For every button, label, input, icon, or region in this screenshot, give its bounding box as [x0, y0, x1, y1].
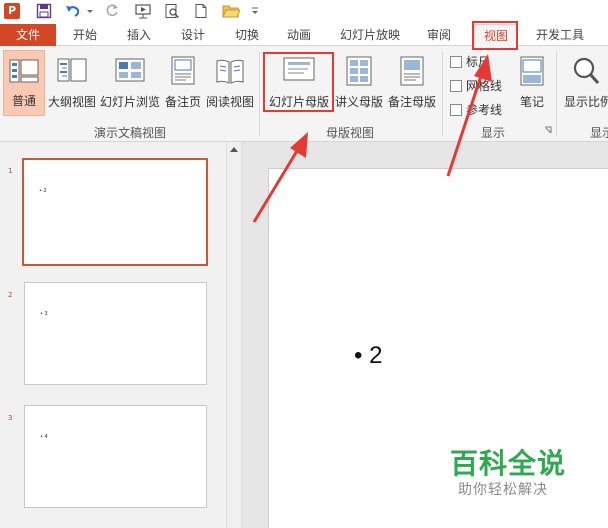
reading-view-icon [216, 59, 244, 84]
checkbox-box [450, 56, 462, 68]
tab-insert[interactable]: 插入 [116, 24, 162, 46]
thumbnail-scrollbar[interactable] [226, 142, 242, 528]
group-separator [442, 52, 443, 136]
tab-design[interactable]: 设计 [170, 24, 216, 46]
open-icon[interactable] [222, 3, 240, 19]
zoom-group-label: 显示 [590, 126, 608, 140]
quick-access-toolbar: P [0, 0, 608, 22]
thumbnail-text: • 3 [40, 311, 48, 317]
thumbnail-text: • 2 [39, 188, 47, 194]
handout-master-label: 讲义母版 [335, 95, 384, 109]
gridlines-label: 网格线 [466, 79, 503, 93]
new-icon[interactable] [194, 3, 208, 19]
view-tab-highlight [472, 21, 518, 50]
slide-thumbnail[interactable]: • 2 [22, 158, 208, 266]
guides-label: 参考线 [466, 103, 503, 117]
ruler-label: 标尺 [466, 55, 491, 69]
slide-master-highlight [263, 52, 334, 112]
powerpoint-icon: P [4, 3, 20, 19]
tab-home[interactable]: 开始 [62, 24, 108, 46]
notes-page-icon [171, 56, 195, 85]
notes-master-icon [400, 56, 424, 86]
slide-thumbnail[interactable]: • 3 [24, 282, 207, 385]
normal-view-label: 普通 [11, 94, 36, 108]
outline-view-button[interactable]: 大纲视图 [47, 50, 97, 116]
dialog-launcher-icon[interactable] [544, 126, 552, 134]
watermark-subtitle: 助你轻松解决 [458, 482, 548, 498]
tab-developer[interactable]: 开发工具 [526, 24, 594, 46]
notes-master-button[interactable]: 备注母版 [386, 50, 438, 116]
handout-master-button[interactable]: 讲义母版 [335, 50, 383, 116]
group-separator [259, 52, 260, 136]
notes-master-label: 备注母版 [387, 95, 436, 109]
notes-page-button[interactable]: 备注页 [163, 50, 203, 116]
scroll-up-arrow-icon[interactable] [228, 144, 240, 156]
notes-icon [520, 56, 544, 86]
save-icon[interactable] [36, 3, 52, 19]
zoom-button[interactable]: 显示比例 [560, 50, 608, 116]
show-group-label: 显示 [480, 126, 505, 140]
slide-number: 2 [8, 291, 13, 299]
outline-view-label: 大纲视图 [47, 95, 96, 109]
checkbox-box [450, 104, 462, 116]
reading-view-label: 阅读视图 [205, 95, 254, 109]
customize-arrow-icon[interactable] [250, 3, 260, 19]
slide-thumbnail[interactable]: • 4 [24, 405, 207, 508]
slide-sorter-button[interactable]: 幻灯片浏览 [99, 50, 161, 116]
slide-sorter-icon [115, 58, 145, 82]
undo-icon[interactable] [64, 3, 82, 19]
from-beginning-icon[interactable] [134, 3, 152, 19]
tab-file[interactable]: 文件 [0, 24, 56, 46]
slide-number: 3 [8, 414, 13, 422]
reading-view-button[interactable]: 阅读视图 [205, 50, 255, 116]
slide-sorter-label: 幻灯片浏览 [99, 95, 160, 109]
zoom-label: 显示比例 [564, 95, 608, 109]
ruler-checkbox[interactable]: 标尺 [450, 54, 490, 72]
tab-transitions[interactable]: 切换 [224, 24, 270, 46]
slide-number: 1 [8, 167, 13, 175]
watermark-title: 百科全说 [450, 447, 567, 480]
tab-review[interactable]: 审阅 [416, 24, 462, 46]
handout-master-icon [346, 56, 372, 86]
tab-slideshow[interactable]: 幻灯片放映 [332, 24, 408, 46]
normal-view-icon [9, 59, 39, 83]
slide-bullet-text[interactable]: • 2 [354, 342, 382, 370]
presentation-views-group-label: 演示文稿视图 [93, 126, 166, 140]
undo-dropdown-icon[interactable] [86, 3, 94, 19]
tab-animations[interactable]: 动画 [276, 24, 322, 46]
gridlines-checkbox[interactable]: 网格线 [450, 78, 502, 96]
notes-page-label: 备注页 [164, 95, 201, 109]
group-separator [556, 52, 557, 136]
master-views-group-label: 母版视图 [325, 126, 374, 140]
notes-button[interactable]: 笔记 [512, 50, 552, 116]
notes-label: 笔记 [519, 95, 544, 109]
checkbox-box [450, 80, 462, 92]
print-preview-icon[interactable] [164, 3, 180, 19]
outline-view-icon [57, 58, 87, 82]
magnifier-icon [573, 57, 600, 84]
slide-thumbnail-pane: 1 • 2 2 • 3 3 • 4 [0, 142, 226, 528]
guides-checkbox[interactable]: 参考线 [450, 102, 502, 120]
redo-icon[interactable] [104, 3, 120, 19]
thumbnail-text: • 4 [40, 434, 48, 440]
normal-view-button[interactable]: 普通 [3, 50, 45, 116]
